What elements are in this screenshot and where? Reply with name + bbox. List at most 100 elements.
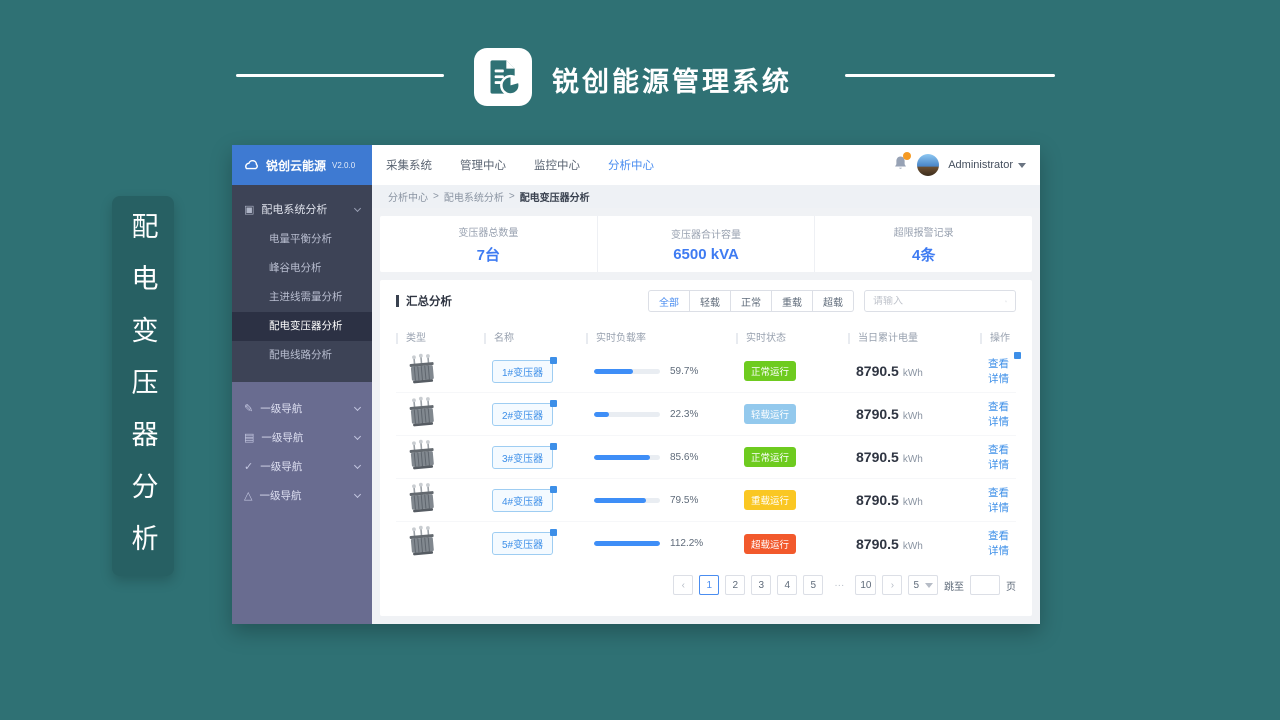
page-button-2[interactable]: 2 [725, 575, 746, 595]
search-box [864, 290, 1016, 312]
energy-unit: kWh [902, 497, 923, 508]
status-badge: 超载运行 [744, 533, 797, 554]
page-button-4[interactable]: 4 [777, 575, 798, 595]
view-details-link[interactable]: 查看详情 [988, 442, 1016, 472]
sidebar-item-transformer-analysis[interactable]: 配电变压器分析 [232, 312, 372, 341]
energy-value: 8790.5 [856, 363, 899, 379]
energy-value: 8790.5 [856, 449, 899, 465]
jump-page-input[interactable] [970, 575, 1000, 595]
sidebar-item-line-analysis[interactable]: 配电线路分析 [232, 341, 372, 370]
transformer-name-badge[interactable]: 3#变压器 [492, 442, 558, 469]
notification-bell-icon[interactable] [893, 151, 912, 176]
filter-normal-button[interactable]: 正常 [731, 290, 772, 312]
load-progress-track [594, 454, 660, 460]
load-progress-fill [594, 541, 660, 546]
transformer-image [409, 396, 434, 426]
sidebar-nav-group-1[interactable]: ✎ 一级导航 [232, 394, 372, 423]
document-chart-icon [474, 48, 532, 106]
energy-cell: 8790.5 kWh [848, 363, 980, 379]
transformer-name-badge[interactable]: 2#变压器 [492, 399, 558, 426]
nav-item-analysis[interactable]: 分析中心 [608, 157, 654, 173]
view-details-link[interactable]: 查看详情 [988, 485, 1016, 515]
col-load-rate: 实时负载率 [586, 332, 736, 344]
transformer-name-cell: 2#变压器 [484, 399, 586, 426]
load-rate-cell: 112.2% [586, 538, 736, 549]
stats-card: 变压器总数量 7台 变压器合计容量 6500 kVA 超限报警记录 4条 [380, 216, 1032, 272]
table-row: 1#变压器 59.7% 正常运行 8790.5 kWh 查看详情 [396, 350, 1021, 393]
filter-overload-button[interactable]: 超载 [813, 290, 854, 312]
sidebar-item-main-line-demand[interactable]: 主进线需量分析 [232, 283, 372, 312]
topbar: 采集系统 管理中心 监控中心 分析中心 Administrator [372, 145, 1040, 185]
view-details-link[interactable]: 查看详情 [988, 528, 1016, 558]
col-energy: 当日累计电量 [848, 332, 980, 344]
load-progress-fill [594, 497, 647, 503]
tag-icon [550, 356, 558, 364]
sidebar-item-power-balance[interactable]: 电量平衡分析 [232, 225, 372, 254]
col-status: 实时状态 [736, 332, 848, 344]
energy-unit: kWh [902, 368, 923, 379]
action-cell: 查看详情 [980, 351, 1021, 387]
energy-cell: 8790.5 kWh [848, 492, 980, 508]
next-page-button[interactable]: › [882, 575, 903, 595]
load-percent-label: 85.6% [670, 451, 699, 463]
search-icon[interactable] [1005, 296, 1007, 307]
breadcrumb-item[interactable]: 分析中心 [388, 189, 428, 204]
filter-heavy-load-button[interactable]: 重载 [772, 290, 813, 312]
search-input[interactable] [873, 295, 1005, 307]
sidebar-secondary-nav: ✎ 一级导航 ▤ 一级导航 ✓ 一级导航 △ 一级导航 [232, 382, 372, 624]
chevron-down-icon [353, 204, 362, 212]
topbar-right: Administrator [893, 151, 1026, 176]
page-ellipsis: ··· [829, 575, 850, 595]
nav-group-label: 一级导航 [259, 490, 302, 502]
view-details-link[interactable]: 查看详情 [988, 399, 1016, 429]
energy-cell: 8790.5 kWh [848, 536, 980, 552]
table-header: 类型 名称 实时负载率 实时状态 当日累计电量 操作 [396, 326, 1016, 350]
stat-label: 超限报警记录 [893, 227, 954, 239]
nav-group-label: 一级导航 [260, 461, 303, 473]
sidebar-nav-group-3[interactable]: ✓ 一级导航 [232, 452, 372, 481]
sidebar-item-distribution-analysis[interactable]: ▣ 配电系统分析 [232, 193, 372, 225]
nav-item-collection[interactable]: 采集系统 [386, 157, 432, 173]
page-button-3[interactable]: 3 [751, 575, 772, 595]
tag-icon [550, 442, 558, 450]
load-progress-fill [594, 368, 634, 374]
filter-all-button[interactable]: 全部 [648, 290, 690, 312]
load-filter-group: 全部 轻载 正常 重载 超载 [648, 290, 854, 312]
breadcrumb-item[interactable]: 配电系统分析 [444, 189, 504, 204]
view-details-link[interactable]: 查看详情 [988, 351, 1021, 386]
nav-group-label: 一级导航 [260, 403, 303, 415]
sidebar-nav-group-2[interactable]: ▤ 一级导航 [232, 423, 372, 452]
filter-light-load-button[interactable]: 轻载 [690, 290, 731, 312]
table-row: 5#变压器 112.2% 超载运行 8790.5 kWh 查看详情 [396, 522, 1016, 565]
sidebar-item-peak-valley[interactable]: 峰谷电分析 [232, 254, 372, 283]
sidebar-nav-group-4[interactable]: △ 一级导航 [232, 481, 372, 510]
energy-unit: kWh [902, 540, 923, 552]
chevron-down-icon [1018, 162, 1026, 168]
transformer-name-badge[interactable]: 1#变压器 [492, 356, 558, 383]
transformer-image [409, 482, 434, 512]
load-percent-label: 112.2% [670, 538, 704, 549]
table-row: 4#变压器 79.5% 重载运行 8790.5 kWh 查看详情 [396, 479, 1016, 522]
tag-icon [1014, 351, 1021, 359]
transformer-name-badge[interactable]: 4#变压器 [492, 485, 558, 512]
nav-item-management[interactable]: 管理中心 [460, 157, 506, 173]
prev-page-button[interactable]: ‹ [673, 575, 694, 595]
page-background: 锐创能源管理系统 配电变压器分析 锐创云能源 V2.0.0 ▣ 配电系统分析 电… [0, 0, 1280, 720]
page-button-5[interactable]: 5 [803, 575, 824, 595]
avatar[interactable] [917, 154, 940, 176]
page-button-1[interactable]: 1 [699, 575, 720, 595]
status-cell: 重载运行 [736, 490, 848, 510]
nav-item-monitoring[interactable]: 监控中心 [534, 157, 580, 173]
title-bar-icon [396, 295, 399, 307]
stat-label: 变压器总数量 [458, 227, 519, 239]
page-size-select[interactable]: 5 [908, 575, 938, 595]
transformer-name-badge[interactable]: 5#变压器 [492, 529, 558, 555]
transformer-type-cell [396, 482, 484, 519]
user-menu[interactable]: Administrator [948, 159, 1026, 171]
page-button-10[interactable]: 10 [855, 575, 877, 595]
energy-cell: 8790.5 kWh [848, 449, 980, 465]
action-cell: 查看详情 [980, 442, 1016, 473]
header-divider-left [236, 74, 444, 77]
status-cell: 超载运行 [736, 533, 848, 554]
chevron-down-icon [353, 403, 362, 412]
